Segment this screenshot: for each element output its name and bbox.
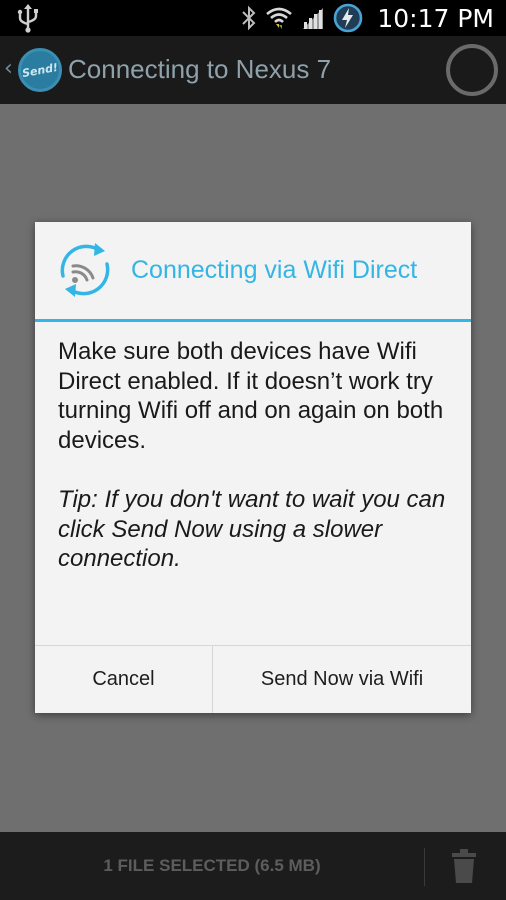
action-bar-title: Connecting to Nexus 7 <box>68 54 332 84</box>
bottom-bar: 1 FILE SELECTED (6.5 MB) <box>0 832 506 900</box>
up-caret-icon[interactable]: ‹ <box>4 56 13 81</box>
dialog-header: Connecting via Wifi Direct <box>35 222 471 319</box>
dialog-message: Make sure both devices have Wifi Direct … <box>58 338 444 454</box>
app-logo-text: Send! <box>21 60 59 80</box>
spinner-icon <box>446 44 498 96</box>
wifi-direct-sync-icon <box>60 243 110 297</box>
dialog-title-divider <box>35 319 471 322</box>
bottom-bar-divider <box>424 848 425 886</box>
trash-icon[interactable] <box>450 848 478 884</box>
status-bar: 10:17 PM <box>0 0 506 36</box>
cancel-button[interactable]: Cancel <box>35 646 213 713</box>
battery-charging-icon <box>334 3 363 33</box>
wifi-direct-dialog: Connecting via Wifi Direct Make sure bot… <box>35 222 471 713</box>
selection-label: 1 FILE SELECTED (6.5 MB) <box>103 856 321 875</box>
status-time: 10:17 PM <box>377 3 494 33</box>
wifi-icon <box>266 7 293 29</box>
dialog-tip: Tip: If you don't want to wait you can c… <box>58 486 446 572</box>
app-logo-icon[interactable]: Send! <box>18 48 62 92</box>
usb-icon <box>17 4 38 33</box>
action-bar: ‹ Send! Connecting to Nexus 7 <box>0 36 506 104</box>
dialog-body: Make sure both devices have Wifi Direct … <box>58 337 458 574</box>
send-now-button[interactable]: Send Now via Wifi <box>213 646 471 713</box>
dialog-title: Connecting via Wifi Direct <box>131 256 418 284</box>
signal-icon <box>303 8 324 29</box>
dialog-buttons: Cancel Send Now via Wifi <box>35 645 471 713</box>
bluetooth-icon <box>242 5 256 31</box>
